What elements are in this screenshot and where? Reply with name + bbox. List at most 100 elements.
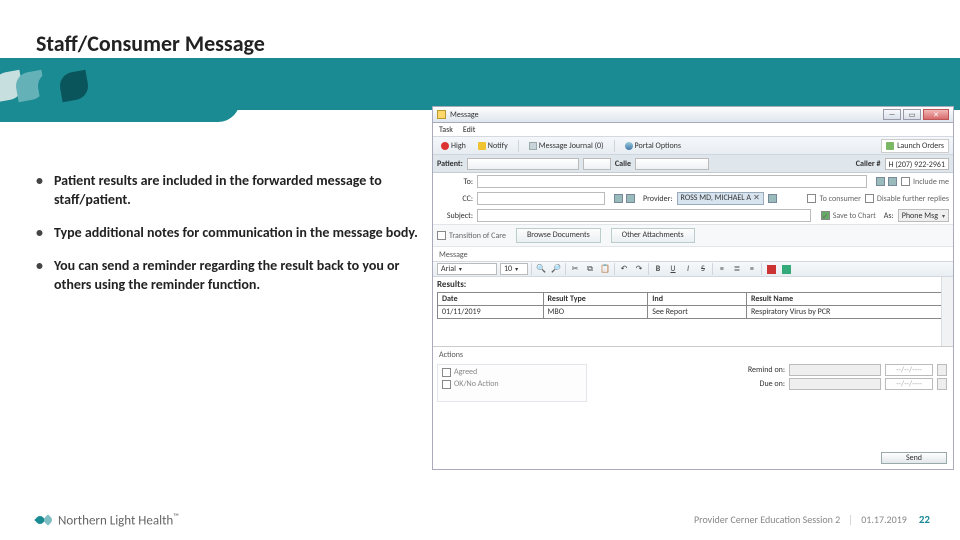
close-button[interactable]: ✕ <box>923 109 949 120</box>
to-consumer-option[interactable]: To consumer <box>807 194 860 204</box>
due-on-date[interactable]: --/--/---- <box>885 378 933 390</box>
paste-icon[interactable]: 📋 <box>599 263 611 275</box>
bell-icon <box>478 142 486 150</box>
caller-number-value[interactable]: H (207) 922-2961 <box>885 158 949 170</box>
menu-edit[interactable]: Edit <box>463 125 476 135</box>
send-bar: Send <box>881 451 947 466</box>
remind-on-select[interactable] <box>789 364 881 376</box>
remind-on-row: Remind on: --/--/---- <box>730 364 947 376</box>
patient-label: Patient: <box>437 159 463 169</box>
logo-mark-icon <box>36 512 52 528</box>
due-on-select[interactable] <box>789 378 881 390</box>
copy-icon[interactable]: ⧉ <box>584 263 596 275</box>
subject-label: Subject: <box>437 211 473 221</box>
provider-label: Provider: <box>643 194 673 204</box>
addressbook-icon[interactable] <box>614 194 623 203</box>
patient-search-button[interactable] <box>583 158 611 170</box>
disable-replies-checkbox[interactable] <box>865 194 874 203</box>
align-left-icon[interactable]: ≡ <box>716 263 728 275</box>
to-label: To: <box>437 177 473 187</box>
disable-replies-option[interactable]: Disable further replies <box>865 194 949 204</box>
to-row: To: Include me <box>433 173 953 190</box>
ok-no-action-checkbox[interactable] <box>442 380 451 389</box>
col-type: Result Type <box>543 293 648 306</box>
table-header-row: Date Result Type Ind Result Name <box>438 293 943 306</box>
agreed-checkbox[interactable] <box>442 368 451 377</box>
col-name: Result Name <box>746 293 942 306</box>
ok-no-action-option[interactable]: OK/No Action <box>442 379 582 389</box>
underline-button[interactable]: U <box>667 263 679 275</box>
remind-on-date[interactable]: --/--/---- <box>885 364 933 376</box>
to-field[interactable] <box>477 175 867 188</box>
portal-options-button[interactable]: Portal Options <box>621 140 686 152</box>
send-button[interactable]: Send <box>881 452 947 464</box>
provider-chip[interactable]: ROSS MD, MICHAEL A✕ <box>677 192 764 205</box>
cell-ind: See Report <box>648 306 747 319</box>
font-select[interactable]: Arial <box>437 263 497 275</box>
bold-button[interactable]: B <box>652 263 664 275</box>
caller-label: Calle <box>615 159 631 169</box>
browse-documents-button[interactable]: Browse Documents <box>516 228 601 243</box>
patient-name-field[interactable] <box>467 158 579 170</box>
results-table: Date Result Type Ind Result Name 01/11/2… <box>437 292 943 319</box>
search-icon[interactable] <box>888 177 897 186</box>
cell-type: MBO <box>543 306 648 319</box>
notify-button[interactable]: Notify <box>474 140 512 152</box>
bullet-item: Type additional notes for communication … <box>36 224 426 243</box>
size-select[interactable]: 10 <box>500 263 528 275</box>
cc-field[interactable] <box>477 192 605 205</box>
include-me-option[interactable]: Include me <box>901 177 949 187</box>
addressbook-icon[interactable] <box>876 177 885 186</box>
caller-field[interactable] <box>635 158 709 170</box>
highlight-icon[interactable] <box>780 263 792 275</box>
minimize-button[interactable]: — <box>883 109 901 120</box>
window-title: Message <box>450 110 881 120</box>
remind-on-stepper[interactable] <box>937 364 947 376</box>
save-as-select[interactable]: Phone Msg <box>898 209 949 222</box>
high-priority-button[interactable]: High <box>437 140 470 152</box>
cell-name: Respiratory Virus by PCR <box>746 306 942 319</box>
italic-button[interactable]: I <box>682 263 694 275</box>
provider-search-icon[interactable] <box>768 194 777 203</box>
transition-of-care-option[interactable]: Transition of Care <box>437 231 506 241</box>
subject-field[interactable] <box>477 209 811 222</box>
launch-orders-button[interactable]: Launch Orders <box>881 139 949 153</box>
save-to-chart-checkbox[interactable]: ✓ <box>821 211 830 220</box>
brand-logo: Northern Light Health™ <box>36 512 179 528</box>
other-attachments-button[interactable]: Other Attachments <box>611 228 695 243</box>
as-label: As: <box>884 211 894 221</box>
redo-icon[interactable]: ↷ <box>633 263 645 275</box>
include-me-checkbox[interactable] <box>901 177 910 186</box>
due-on-stepper[interactable] <box>937 378 947 390</box>
menu-task[interactable]: Task <box>439 125 453 135</box>
menu-bar: Task Edit <box>433 123 953 137</box>
attachments-row: Transition of Care Browse Documents Othe… <box>433 224 953 247</box>
align-center-icon[interactable]: ≣ <box>731 263 743 275</box>
remove-provider-icon[interactable]: ✕ <box>753 192 760 205</box>
strike-button[interactable]: S <box>697 263 709 275</box>
page-number: 22 <box>919 513 930 526</box>
zoom-out-icon[interactable]: 🔎 <box>550 263 562 275</box>
leaf-decoration <box>0 72 88 105</box>
to-consumer-checkbox[interactable] <box>807 194 816 203</box>
align-right-icon[interactable]: ≡ <box>746 263 758 275</box>
save-to-chart-option[interactable]: ✓Save to Chart <box>821 211 876 221</box>
editor-scrollbar[interactable] <box>941 277 953 346</box>
slide-title: Staff/Consumer Message <box>36 30 265 57</box>
message-journal-button[interactable]: Message Journal (0) <box>525 140 608 152</box>
transition-checkbox[interactable] <box>437 231 446 240</box>
app-icon <box>437 110 446 119</box>
cut-icon[interactable]: ✂ <box>569 263 581 275</box>
priority-icon <box>441 142 449 150</box>
agreed-option[interactable]: Agreed <box>442 367 582 377</box>
message-body-editor[interactable]: Results: Date Result Type Ind Result Nam… <box>433 277 953 347</box>
journal-icon <box>529 142 537 150</box>
font-color-icon[interactable] <box>765 263 777 275</box>
zoom-in-icon[interactable]: 🔍 <box>535 263 547 275</box>
maximize-button[interactable]: ▭ <box>903 109 921 120</box>
message-section-label: Message <box>433 247 953 261</box>
actions-section-label: Actions <box>433 347 953 361</box>
cell-date: 01/11/2019 <box>438 306 544 319</box>
search-icon[interactable] <box>626 194 635 203</box>
undo-icon[interactable]: ↶ <box>618 263 630 275</box>
